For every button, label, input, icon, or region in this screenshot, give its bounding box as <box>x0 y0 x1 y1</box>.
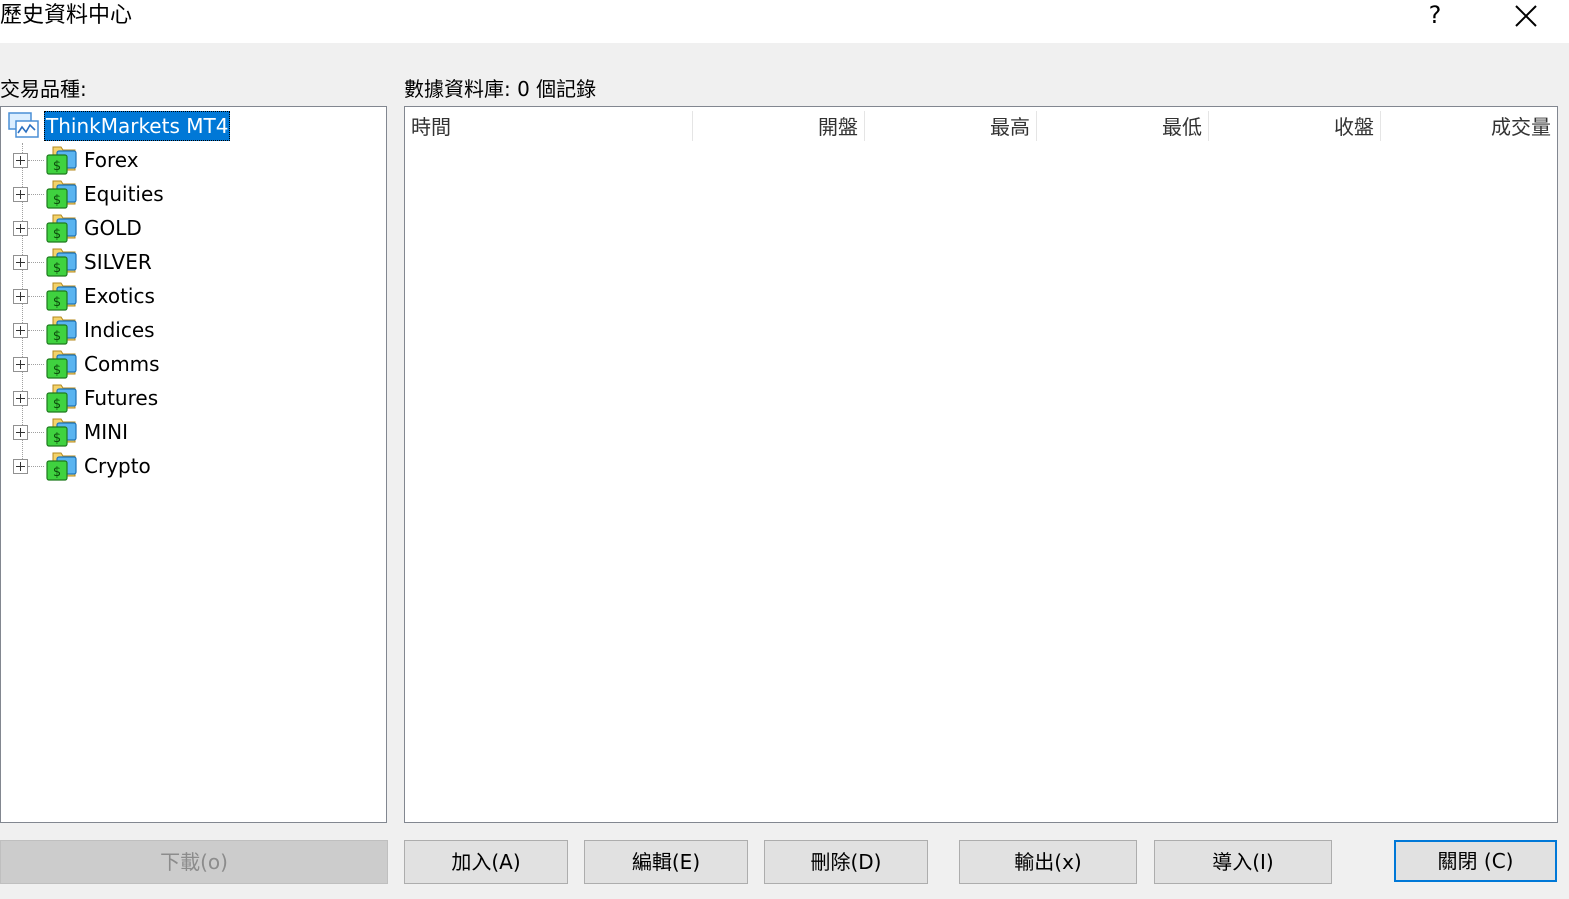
column-header[interactable]: 最低 <box>1036 107 1208 145</box>
tree-group-item[interactable]: $ GOLD <box>13 211 142 245</box>
column-header[interactable]: 時間 <box>405 107 692 145</box>
money-folder-icon: $ <box>46 452 77 481</box>
column-separator[interactable] <box>692 111 693 141</box>
tree-connector <box>28 227 44 229</box>
tree-group-label: Comms <box>84 352 160 376</box>
tree-group-item[interactable]: $ MINI <box>13 415 128 449</box>
tree-group-item[interactable]: $ Forex <box>13 143 139 177</box>
money-folder-icon: $ <box>46 316 77 345</box>
expand-plus-icon[interactable] <box>13 390 28 406</box>
tree-connector <box>28 465 44 467</box>
expand-plus-icon[interactable] <box>13 254 28 270</box>
tree-group-item[interactable]: $ Crypto <box>13 449 151 483</box>
tree-group-item[interactable]: $ Comms <box>13 347 160 381</box>
close-window-button[interactable] <box>1502 0 1548 32</box>
add-button[interactable]: 加入(A) <box>404 840 568 884</box>
money-folder-icon: $ <box>46 418 77 447</box>
column-header[interactable]: 開盤 <box>692 107 864 145</box>
server-chart-icon <box>8 112 39 138</box>
expand-plus-icon[interactable] <box>13 288 28 304</box>
expand-plus-icon[interactable] <box>13 322 28 338</box>
grid-header: 時間 開盤 最高 最低 收盤 成交量 <box>405 107 1557 145</box>
svg-text:$: $ <box>53 431 61 446</box>
tree-root-item[interactable]: ThinkMarkets MT4 <box>8 110 231 142</box>
svg-text:$: $ <box>53 397 61 412</box>
database-label: 數據資料庫: 0 個記錄 <box>404 77 597 101</box>
money-folder-icon: $ <box>46 384 77 413</box>
close-icon <box>1515 5 1537 27</box>
money-folder-icon: $ <box>46 282 77 311</box>
expand-plus-icon[interactable] <box>13 186 28 202</box>
tree-connector <box>28 431 44 433</box>
tree-connector <box>28 329 44 331</box>
column-header[interactable]: 最高 <box>864 107 1036 145</box>
tree-group-label: Futures <box>84 386 159 410</box>
title-bar: 歷史資料中心 ? <box>0 0 1569 43</box>
symbols-label: 交易品種: <box>0 77 87 101</box>
svg-text:$: $ <box>53 329 61 344</box>
tree-root-label: ThinkMarkets MT4 <box>44 111 231 141</box>
history-grid[interactable]: 時間 開盤 最高 最低 收盤 成交量 <box>404 106 1558 823</box>
expand-plus-icon[interactable] <box>13 152 28 168</box>
expand-plus-icon[interactable] <box>13 424 28 440</box>
delete-button[interactable]: 刪除(D) <box>764 840 928 884</box>
edit-button[interactable]: 編輯(E) <box>584 840 748 884</box>
money-folder-icon: $ <box>46 146 77 175</box>
column-separator[interactable] <box>1380 111 1381 141</box>
tree-group-label: Crypto <box>84 454 151 478</box>
money-folder-icon: $ <box>46 180 77 209</box>
tree-connector <box>28 363 44 365</box>
import-button[interactable]: 導入(I) <box>1154 840 1332 884</box>
tree-group-label: Exotics <box>84 284 155 308</box>
svg-text:$: $ <box>53 193 61 208</box>
column-separator[interactable] <box>864 111 865 141</box>
expand-plus-icon[interactable] <box>13 220 28 236</box>
expand-plus-icon[interactable] <box>13 356 28 372</box>
tree-connector <box>28 295 44 297</box>
tree-group-label: Forex <box>84 148 139 172</box>
svg-text:$: $ <box>53 227 61 242</box>
symbols-tree[interactable]: ThinkMarkets MT4 $ Forex $ Equities $ GOLD $ SI… <box>0 106 387 823</box>
column-header[interactable]: 成交量 <box>1380 107 1557 145</box>
download-button[interactable]: 下載(o) <box>0 840 388 884</box>
svg-text:$: $ <box>53 261 61 276</box>
tree-group-label: GOLD <box>84 216 142 240</box>
expand-plus-icon[interactable] <box>13 458 28 474</box>
money-folder-icon: $ <box>46 350 77 379</box>
tree-group-label: Equities <box>84 182 164 206</box>
tree-group-item[interactable]: $ SILVER <box>13 245 152 279</box>
tree-group-label: Indices <box>84 318 155 342</box>
close-button[interactable]: 關閉 (C) <box>1394 840 1557 882</box>
tree-group-item[interactable]: $ Indices <box>13 313 155 347</box>
tree-group-item[interactable]: $ Futures <box>13 381 158 415</box>
money-folder-icon: $ <box>46 214 77 243</box>
tree-group-label: MINI <box>84 420 129 444</box>
tree-group-item[interactable]: $ Equities <box>13 177 164 211</box>
tree-group-item[interactable]: $ Exotics <box>13 279 155 313</box>
svg-text:$: $ <box>53 159 61 174</box>
column-header[interactable]: 收盤 <box>1208 107 1380 145</box>
svg-text:$: $ <box>53 295 61 310</box>
tree-connector <box>28 261 44 263</box>
svg-text:$: $ <box>53 465 61 480</box>
column-separator[interactable] <box>1208 111 1209 141</box>
tree-group-label: SILVER <box>84 250 152 274</box>
help-button[interactable]: ? <box>1412 0 1458 32</box>
column-separator[interactable] <box>1036 111 1037 141</box>
svg-text:$: $ <box>53 363 61 378</box>
money-folder-icon: $ <box>46 248 77 277</box>
window-title: 歷史資料中心 <box>0 3 133 28</box>
export-button[interactable]: 輸出(x) <box>959 840 1137 884</box>
tree-connector <box>28 397 44 399</box>
tree-connector <box>28 193 44 195</box>
tree-connector <box>28 159 44 161</box>
